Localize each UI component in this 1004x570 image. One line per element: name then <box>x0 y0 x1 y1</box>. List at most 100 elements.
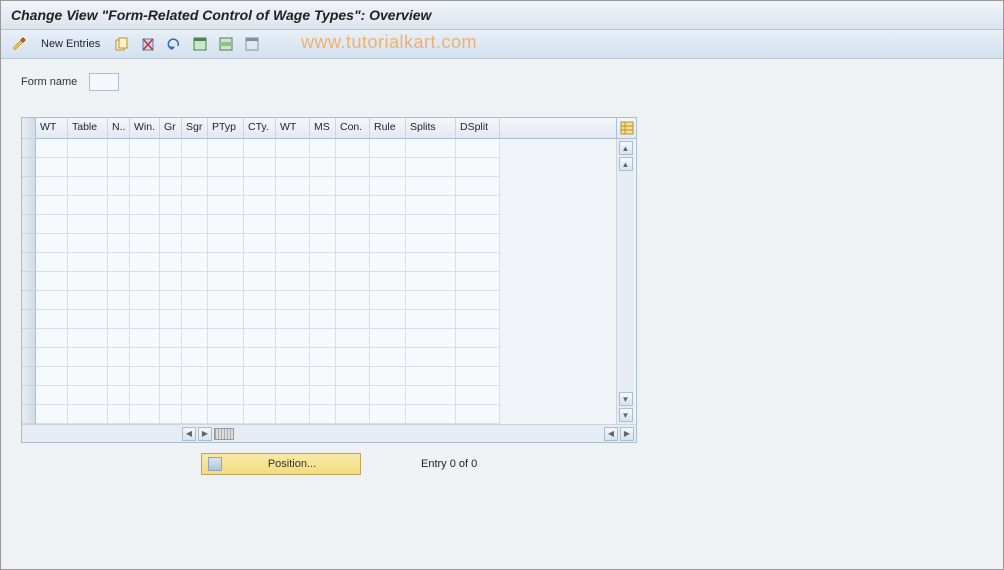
table-cell[interactable] <box>406 234 456 253</box>
table-cell[interactable] <box>456 253 500 272</box>
table-cell[interactable] <box>68 234 108 253</box>
table-cell[interactable] <box>208 405 244 424</box>
table-cell[interactable] <box>160 291 182 310</box>
table-cell[interactable] <box>36 405 68 424</box>
table-cell[interactable] <box>310 367 336 386</box>
scroll-up-icon[interactable]: ▲ <box>619 141 633 155</box>
table-cell[interactable] <box>310 253 336 272</box>
table-cell[interactable] <box>36 291 68 310</box>
table-cell[interactable] <box>160 329 182 348</box>
table-cell[interactable] <box>208 158 244 177</box>
table-cell[interactable] <box>276 215 310 234</box>
table-cell[interactable] <box>130 215 160 234</box>
table-cell[interactable] <box>336 215 370 234</box>
table-cell[interactable] <box>108 234 130 253</box>
table-cell[interactable] <box>310 386 336 405</box>
table-cell[interactable] <box>68 139 108 158</box>
table-cell[interactable] <box>336 310 370 329</box>
delete-icon[interactable] <box>138 34 158 54</box>
table-cell[interactable] <box>182 139 208 158</box>
scroll-down-icon[interactable]: ▼ <box>619 392 633 406</box>
table-cell[interactable] <box>336 253 370 272</box>
table-cell[interactable] <box>108 177 130 196</box>
table-cell[interactable] <box>108 158 130 177</box>
column-header[interactable]: Sgr <box>182 118 208 138</box>
table-cell[interactable] <box>310 215 336 234</box>
column-header[interactable]: Table <box>68 118 108 138</box>
table-cell[interactable] <box>160 386 182 405</box>
table-cell[interactable] <box>370 234 406 253</box>
table-cell[interactable] <box>370 310 406 329</box>
table-cell[interactable] <box>456 177 500 196</box>
table-cell[interactable] <box>130 139 160 158</box>
scroll-down-icon[interactable]: ▼ <box>619 408 633 422</box>
table-cell[interactable] <box>336 234 370 253</box>
table-cell[interactable] <box>208 272 244 291</box>
table-cell[interactable] <box>108 329 130 348</box>
table-cell[interactable] <box>68 215 108 234</box>
table-cell[interactable] <box>130 291 160 310</box>
table-cell[interactable] <box>160 215 182 234</box>
table-cell[interactable] <box>370 139 406 158</box>
scroll-up-icon[interactable]: ▲ <box>619 157 633 171</box>
table-cell[interactable] <box>68 405 108 424</box>
table-cell[interactable] <box>276 329 310 348</box>
table-cell[interactable] <box>182 196 208 215</box>
table-cell[interactable] <box>208 253 244 272</box>
table-cell[interactable] <box>456 158 500 177</box>
table-cell[interactable] <box>406 158 456 177</box>
row-selector[interactable] <box>22 177 36 196</box>
table-cell[interactable] <box>310 196 336 215</box>
table-cell[interactable] <box>68 253 108 272</box>
table-cell[interactable] <box>208 386 244 405</box>
table-cell[interactable] <box>130 367 160 386</box>
table-cell[interactable] <box>36 234 68 253</box>
row-selector[interactable] <box>22 139 36 158</box>
table-cell[interactable] <box>208 348 244 367</box>
table-cell[interactable] <box>68 158 108 177</box>
row-selector[interactable] <box>22 234 36 253</box>
table-cell[interactable] <box>456 386 500 405</box>
table-cell[interactable] <box>130 177 160 196</box>
table-cell[interactable] <box>336 386 370 405</box>
table-cell[interactable] <box>336 158 370 177</box>
table-cell[interactable] <box>36 310 68 329</box>
table-cell[interactable] <box>456 291 500 310</box>
table-cell[interactable] <box>456 272 500 291</box>
column-header[interactable]: PTyp <box>208 118 244 138</box>
column-header[interactable]: WT <box>276 118 310 138</box>
row-selector[interactable] <box>22 348 36 367</box>
table-cell[interactable] <box>244 329 276 348</box>
column-header[interactable]: Con. <box>336 118 370 138</box>
table-cell[interactable] <box>68 367 108 386</box>
table-cell[interactable] <box>36 348 68 367</box>
select-all-icon[interactable] <box>190 34 210 54</box>
table-cell[interactable] <box>36 253 68 272</box>
table-cell[interactable] <box>36 158 68 177</box>
table-cell[interactable] <box>182 329 208 348</box>
table-cell[interactable] <box>406 196 456 215</box>
table-cell[interactable] <box>456 139 500 158</box>
table-cell[interactable] <box>182 177 208 196</box>
table-cell[interactable] <box>406 291 456 310</box>
table-cell[interactable] <box>276 291 310 310</box>
table-cell[interactable] <box>406 177 456 196</box>
table-cell[interactable] <box>310 177 336 196</box>
table-cell[interactable] <box>406 329 456 348</box>
table-cell[interactable] <box>276 196 310 215</box>
table-cell[interactable] <box>310 234 336 253</box>
table-cell[interactable] <box>208 291 244 310</box>
table-cell[interactable] <box>310 405 336 424</box>
table-cell[interactable] <box>68 329 108 348</box>
deselect-all-icon[interactable] <box>242 34 262 54</box>
table-cell[interactable] <box>68 310 108 329</box>
table-cell[interactable] <box>310 348 336 367</box>
table-cell[interactable] <box>182 234 208 253</box>
table-cell[interactable] <box>68 348 108 367</box>
row-selector[interactable] <box>22 291 36 310</box>
table-cell[interactable] <box>276 367 310 386</box>
table-cell[interactable] <box>456 329 500 348</box>
table-cell[interactable] <box>370 329 406 348</box>
table-cell[interactable] <box>336 405 370 424</box>
table-cell[interactable] <box>276 386 310 405</box>
